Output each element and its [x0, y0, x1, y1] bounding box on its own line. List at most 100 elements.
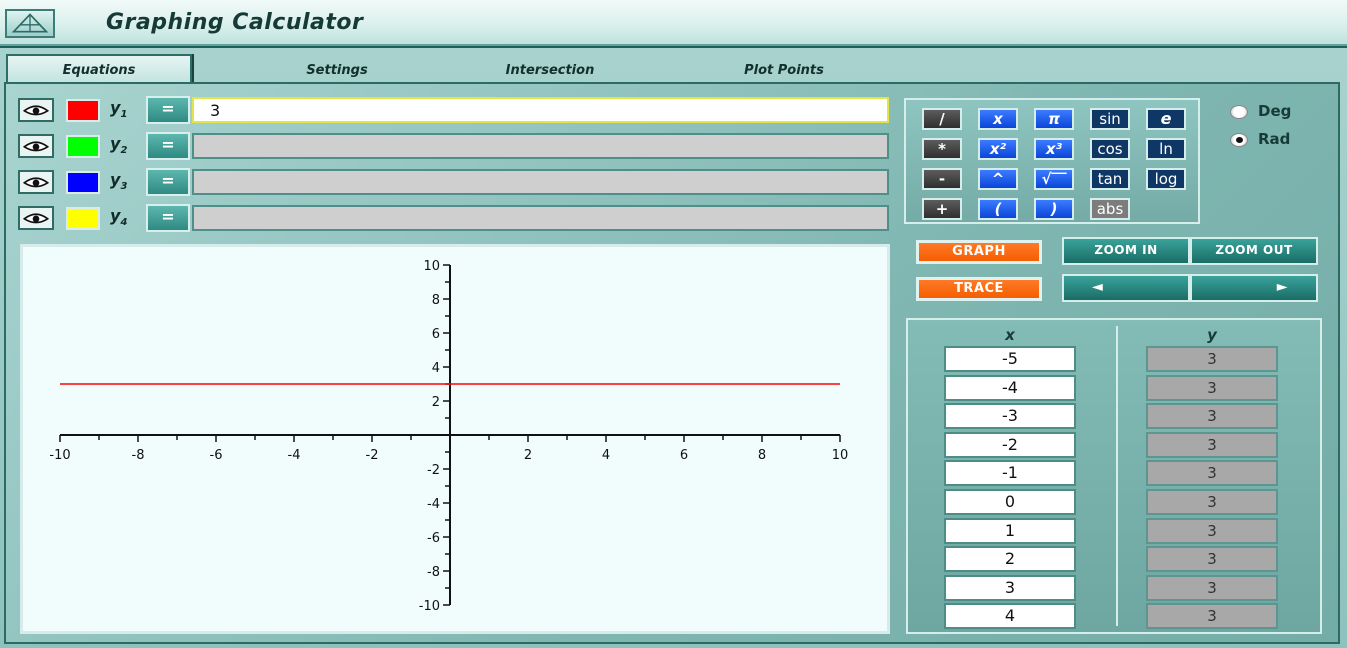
key-divide-button[interactable]: /	[922, 108, 962, 130]
column-divider	[1116, 326, 1118, 626]
title-bar: Graphing Calculator	[0, 0, 1347, 46]
x-tick-label: -8	[132, 448, 145, 463]
graph-button[interactable]: GRAPH	[916, 240, 1042, 264]
x-value-cell[interactable]: 1	[944, 517, 1076, 544]
x-value-cell[interactable]: 4	[944, 603, 1076, 630]
equation-row-1: y1 =	[18, 96, 890, 124]
key-cos-button[interactable]: cos	[1090, 138, 1130, 160]
equation-label: y3	[110, 170, 128, 193]
x-value-cell[interactable]: -4	[944, 374, 1076, 401]
eye-icon[interactable]	[18, 206, 54, 230]
tab-settings[interactable]: Settings	[262, 58, 412, 84]
eye-icon[interactable]	[18, 134, 54, 158]
equation-row-4: y4 =	[18, 204, 890, 232]
key-close-paren-button[interactable]: )	[1034, 198, 1074, 220]
key-x-var-button[interactable]: x	[978, 108, 1018, 130]
y-tick-label: -4	[427, 497, 440, 512]
tab-bar: Equations Settings Intersection Plot Poi…	[0, 48, 1347, 86]
key-pi-button[interactable]: π	[1034, 108, 1074, 130]
key-open-paren-button[interactable]: (	[978, 198, 1018, 220]
eye-icon[interactable]	[18, 98, 54, 122]
x-tick-label: -2	[366, 448, 379, 463]
color-swatch[interactable]	[66, 207, 100, 230]
trace-right-button[interactable]: ►	[1190, 274, 1318, 302]
equals-button[interactable]: =	[146, 204, 190, 232]
y-value-cell: 3	[1146, 431, 1278, 458]
color-swatch[interactable]	[66, 99, 100, 122]
key-ln-button[interactable]: ln	[1146, 138, 1186, 160]
graph-canvas: -10 -8 -6 -4 -2 2 4 6 8 10 10 8 6 4 2 -2 -4 -6 -8 -10	[49, 259, 848, 614]
color-swatch[interactable]	[66, 135, 100, 158]
x-value-cell[interactable]: 0	[944, 489, 1076, 515]
trace-button[interactable]: TRACE	[916, 277, 1042, 301]
y-tick-label: 2	[432, 395, 440, 410]
key-power-button[interactable]: ^	[978, 168, 1018, 190]
x-tick-label: 2	[524, 448, 532, 463]
key-x-squared-button[interactable]: x²	[978, 138, 1018, 160]
trace-left-button[interactable]: ◄	[1062, 274, 1190, 302]
x-value-cell[interactable]: -5	[944, 346, 1076, 372]
graph-area[interactable]: -10 -8 -6 -4 -2 2 4 6 8 10 10 8 6 4 2 -2 -4 -6 -8 -10	[20, 244, 890, 634]
x-tick-label: -6	[210, 448, 223, 463]
y-tick-label: 4	[432, 361, 440, 376]
deg-radio[interactable]: Deg	[1230, 102, 1291, 120]
color-swatch[interactable]	[66, 171, 100, 194]
equation-input-1[interactable]	[192, 97, 889, 123]
tab-intersection[interactable]: Intersection	[470, 58, 630, 84]
equation-input-3[interactable]	[192, 169, 889, 195]
y-value-cell: 3	[1146, 374, 1278, 401]
rad-radio[interactable]: Rad	[1230, 130, 1290, 148]
key-abs-button[interactable]: abs	[1090, 198, 1130, 220]
equation-row-3: y3 =	[18, 168, 890, 196]
zoom-out-button[interactable]: ZOOM OUT	[1190, 237, 1318, 265]
key-add-button[interactable]: +	[922, 198, 962, 220]
main-area: Equations Settings Intersection Plot Poi…	[0, 48, 1347, 648]
x-tick-label: 4	[602, 448, 610, 463]
equals-button[interactable]: =	[146, 96, 190, 124]
x-value-cell[interactable]: 3	[944, 574, 1076, 601]
x-value-cell[interactable]: -1	[944, 460, 1076, 487]
equation-label: y2	[110, 134, 128, 157]
tab-plot-points[interactable]: Plot Points	[700, 58, 868, 84]
y-value-cell: 3	[1146, 403, 1278, 430]
y-tick-label: -8	[427, 565, 440, 580]
x-tick-label: 8	[758, 448, 766, 463]
y-value-cell: 3	[1146, 489, 1278, 515]
y-value-cell: 3	[1146, 346, 1278, 372]
equation-input-4[interactable]	[192, 205, 889, 231]
calculator-app-icon	[5, 9, 55, 38]
x-tick-label: 6	[680, 448, 688, 463]
equals-button[interactable]: =	[146, 168, 190, 196]
key-sin-button[interactable]: sin	[1090, 108, 1130, 130]
function-keypad: / x π sin e * x² x³ cos ln - ^ √‾‾ tan log + () abs	[904, 98, 1200, 224]
key-multiply-button[interactable]: *	[922, 138, 962, 160]
x-value-cell[interactable]: -2	[944, 431, 1076, 458]
equals-button[interactable]: =	[146, 132, 190, 160]
y-value-cell: 3	[1146, 603, 1278, 630]
eye-icon[interactable]	[18, 170, 54, 194]
x-value-cell[interactable]: -3	[944, 403, 1076, 430]
key-tan-button[interactable]: tan	[1090, 168, 1130, 190]
key-subtract-button[interactable]: -	[922, 168, 962, 190]
zoom-in-button[interactable]: ZOOM IN	[1062, 237, 1190, 265]
x-column-header: x	[1005, 326, 1015, 344]
x-value-cell[interactable]: 2	[944, 546, 1076, 573]
y-value-cell: 3	[1146, 460, 1278, 487]
key-x-cubed-button[interactable]: x³	[1034, 138, 1074, 160]
y-tick-label: 8	[432, 293, 440, 308]
x-tick-label: -4	[288, 448, 301, 463]
radio-button-icon	[1230, 132, 1248, 147]
key-sqrt-button[interactable]: √‾‾	[1034, 168, 1074, 190]
y-tick-label: 6	[432, 327, 440, 342]
y-tick-label: -6	[427, 531, 440, 546]
y-tick-label: 10	[423, 259, 440, 274]
y-column-header: y	[1207, 326, 1217, 344]
y-tick-label: -2	[427, 463, 440, 478]
equation-label: y1	[110, 98, 128, 121]
key-e-const-button[interactable]: e	[1146, 108, 1186, 130]
equation-row-2: y2 =	[18, 132, 890, 160]
equation-input-2[interactable]	[192, 133, 889, 159]
key-log-button[interactable]: log	[1146, 168, 1186, 190]
x-tick-label: -10	[49, 448, 70, 463]
radio-button-icon	[1230, 104, 1248, 119]
